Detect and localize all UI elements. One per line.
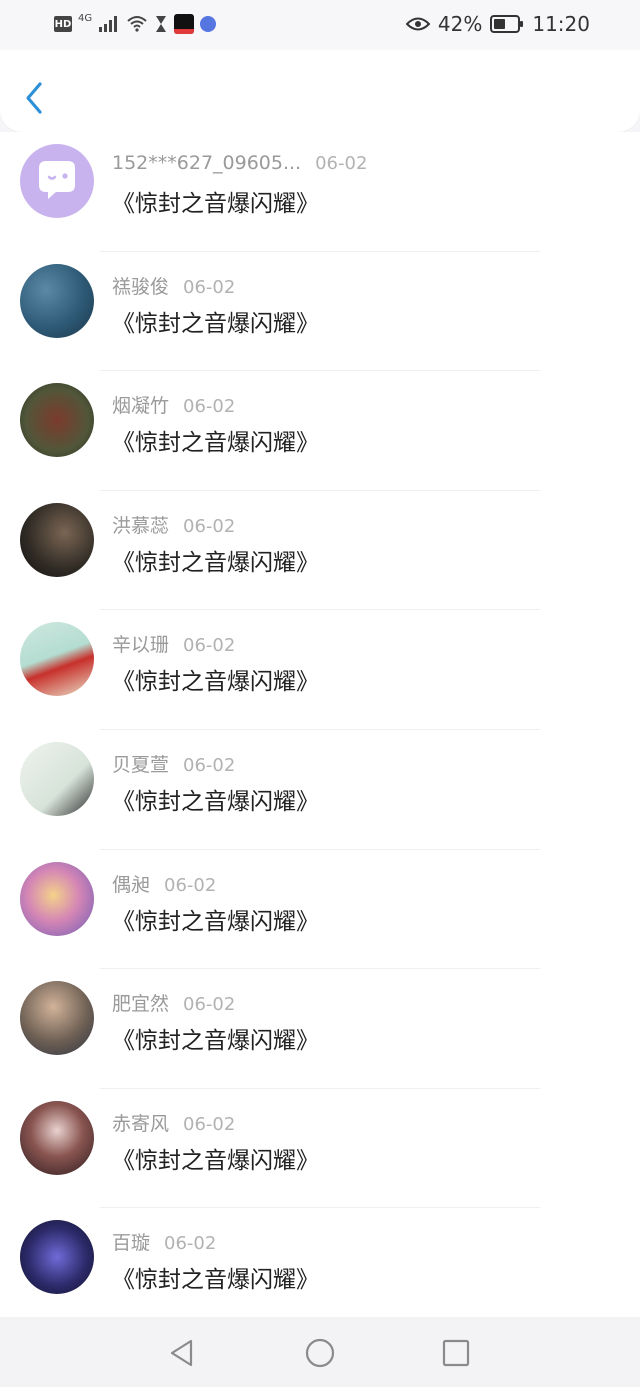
status-right: 42% 11:20	[405, 12, 590, 36]
wifi-icon	[127, 16, 147, 32]
username-text: 贝夏萱	[112, 753, 170, 776]
girl-illustration-avatar	[20, 741, 94, 816]
flower-avatar	[20, 383, 94, 458]
date: 06-02	[164, 874, 217, 896]
username-text: 赤寄风	[112, 1112, 170, 1135]
date: 06-02	[183, 754, 236, 776]
reader-list: 152***627_09605... 06-02 《惊封之音爆闪耀》 禚骏俊 06-…	[0, 132, 640, 1317]
signal-icon	[99, 16, 118, 32]
list-item[interactable]: 禚骏俊 06-02 《惊封之音爆闪耀》	[0, 252, 640, 372]
nav-back-button[interactable]	[166, 1337, 198, 1369]
hourglass-icon	[156, 16, 167, 32]
book-title: 《惊封之音爆闪耀》	[112, 1028, 319, 1055]
username: 肥宜然 06-02	[112, 989, 235, 1016]
sky-avatar	[20, 263, 94, 338]
list-item[interactable]: 百璇 06-02 《惊封之音爆闪耀》	[0, 1208, 640, 1328]
date: 06-02	[183, 1113, 236, 1135]
top-header	[0, 50, 640, 132]
chevron-left-icon	[26, 82, 42, 114]
username-text: 百璇	[112, 1232, 151, 1255]
book-title: 《惊封之音爆闪耀》	[112, 788, 319, 815]
battery-icon	[490, 15, 524, 33]
date: 06-02	[183, 994, 236, 1016]
clock: 11:20	[532, 12, 590, 36]
list-item[interactable]: 152***627_09605... 06-02 《惊封之音爆闪耀》	[0, 132, 640, 252]
book-title: 《惊封之音爆闪耀》	[112, 669, 319, 696]
book-title: 《惊封之音爆闪耀》	[112, 1267, 319, 1294]
battery-percent: 42%	[437, 12, 483, 36]
music-icon	[200, 16, 217, 32]
nav-home-button[interactable]	[304, 1337, 336, 1369]
list-item[interactable]: 肥宜然 06-02 《惊封之音爆闪耀》	[0, 969, 640, 1089]
red-object-avatar	[20, 622, 94, 697]
username: 贝夏萱 06-02	[112, 750, 235, 777]
username: 赤寄风 06-02	[112, 1109, 235, 1136]
woman-photo-avatar	[20, 1100, 94, 1175]
boy-photo-avatar	[20, 981, 94, 1056]
list-item[interactable]: 赤寄风 06-02 《惊封之音爆闪耀》	[0, 1089, 640, 1209]
username-text: 偶昶	[112, 873, 151, 896]
book-title: 《惊封之音爆闪耀》	[112, 908, 319, 935]
book-title: 《惊封之音爆闪耀》	[112, 310, 319, 337]
date: 06-02	[315, 153, 368, 174]
vase-avatar	[20, 502, 94, 577]
nav-recents-button[interactable]	[440, 1337, 472, 1369]
list-item[interactable]: 洪慕蕊 06-02 《惊封之音爆闪耀》	[0, 491, 640, 611]
date: 06-02	[183, 635, 236, 657]
username-text: 辛以珊	[112, 634, 170, 657]
hd-badge: HD	[54, 16, 72, 32]
anime-avatar	[20, 861, 94, 936]
chat-bubble-avatar	[20, 144, 94, 218]
date: 06-02	[183, 515, 236, 537]
status-left: HD 4G	[54, 12, 217, 34]
username: 洪慕蕊 06-02	[112, 511, 235, 538]
system-nav-bar	[0, 1317, 640, 1387]
triangle-back-icon	[170, 1339, 193, 1367]
list-item[interactable]: 偶昶 06-02 《惊封之音爆闪耀》	[0, 850, 640, 970]
username: 辛以珊 06-02	[112, 630, 235, 657]
tiktok-icon	[174, 14, 195, 34]
back-button[interactable]	[18, 78, 54, 118]
username: 偶昶 06-02	[112, 870, 216, 897]
list-item[interactable]: 辛以珊 06-02 《惊封之音爆闪耀》	[0, 610, 640, 730]
status-bar: HD 4G 42% 11:20	[0, 0, 640, 50]
list-item[interactable]: 烟凝竹 06-02 《惊封之音爆闪耀》	[0, 371, 640, 491]
username-text: 禚骏俊	[112, 275, 170, 298]
book-title: 《惊封之音爆闪耀》	[112, 191, 319, 217]
eye-icon	[405, 17, 430, 31]
username: 152***627_09605... 06-02	[112, 152, 367, 174]
book-title: 《惊封之音爆闪耀》	[112, 430, 319, 457]
game-art-avatar	[20, 1220, 94, 1295]
list-item[interactable]: 贝夏萱 06-02 《惊封之音爆闪耀》	[0, 730, 640, 850]
circle-home-icon	[305, 1338, 335, 1368]
network-type: 4G	[78, 12, 93, 24]
username: 烟凝竹 06-02	[112, 391, 235, 418]
username-text: 烟凝竹	[112, 395, 170, 418]
screen: HD 4G 42% 11:20 152***627_09605... 06-02…	[0, 0, 640, 1387]
username-text: 肥宜然	[112, 993, 170, 1016]
date: 06-02	[183, 396, 236, 418]
date: 06-02	[183, 276, 236, 298]
username-text: 洪慕蕊	[112, 514, 170, 537]
book-title: 《惊封之音爆闪耀》	[112, 549, 319, 576]
username: 禚骏俊 06-02	[112, 272, 235, 299]
username-text: 152***627_09605...	[112, 152, 302, 174]
username: 百璇 06-02	[112, 1228, 216, 1255]
square-recents-icon	[442, 1339, 470, 1367]
book-title: 《惊封之音爆闪耀》	[112, 1147, 319, 1174]
date: 06-02	[164, 1233, 217, 1255]
